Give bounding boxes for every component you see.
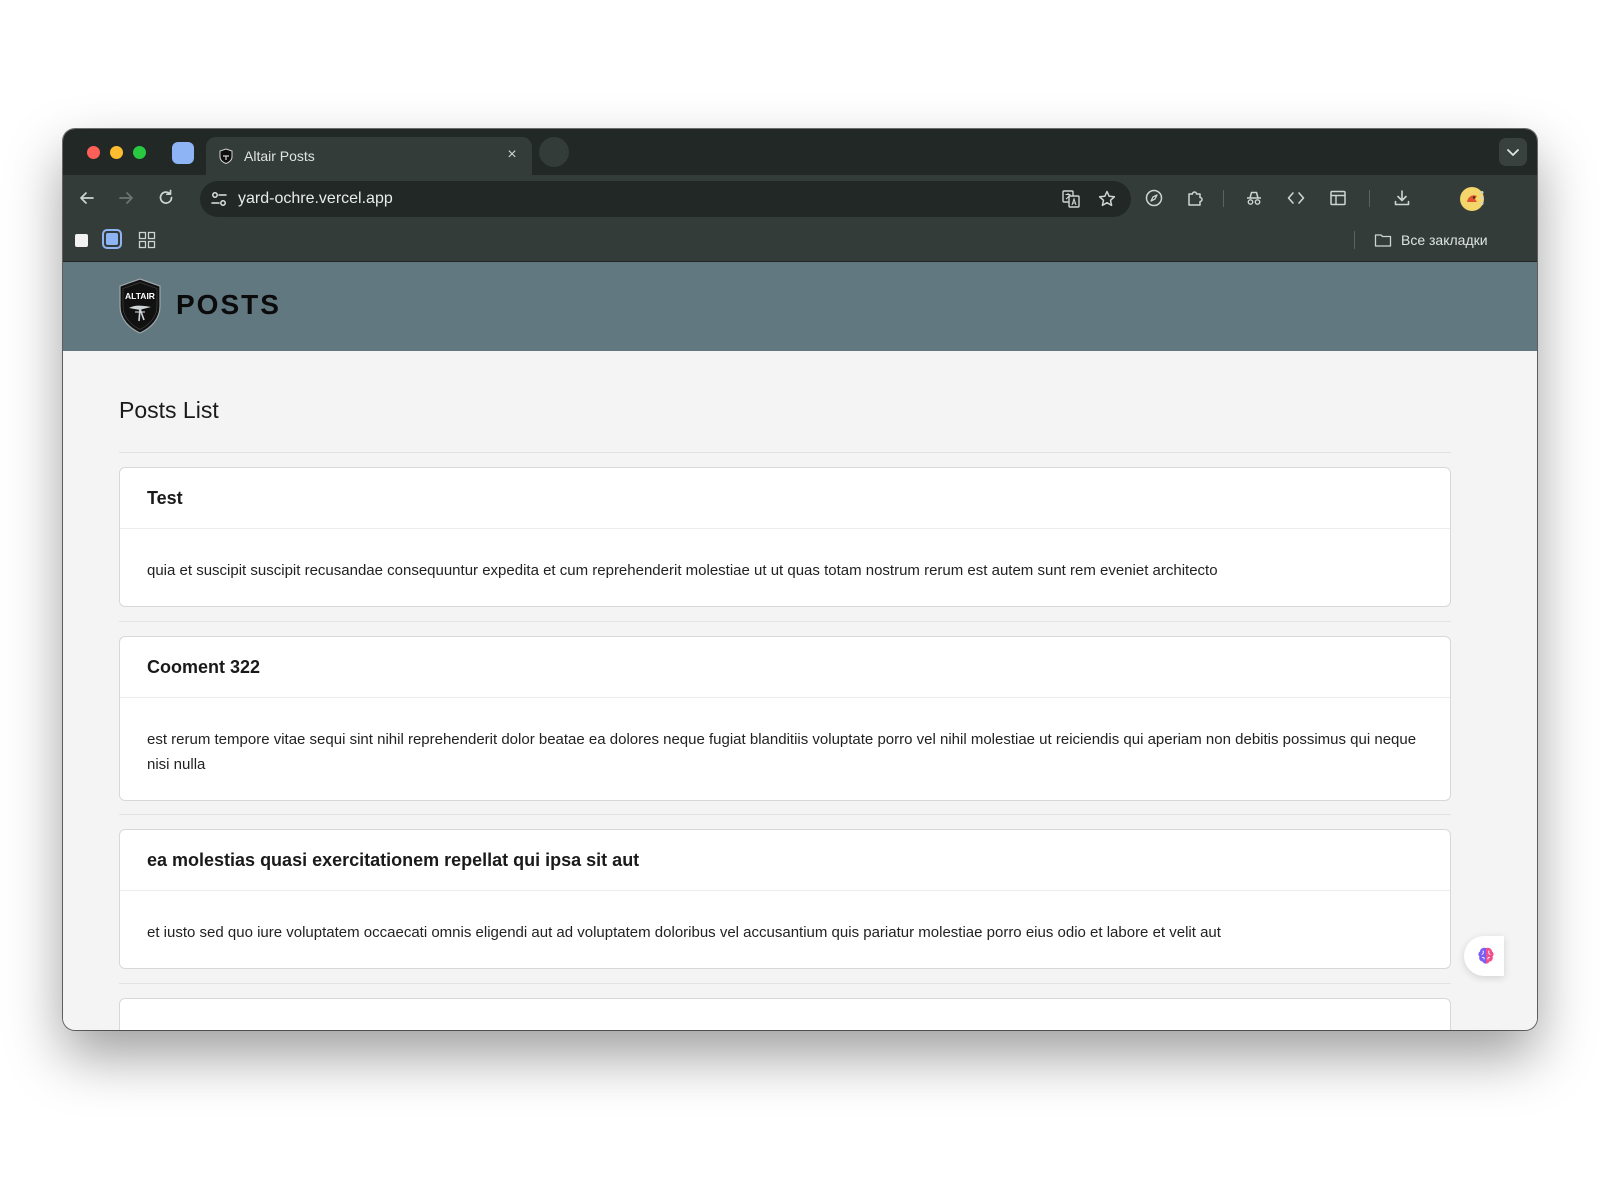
extensions-button[interactable]	[1181, 184, 1209, 212]
side-panel-button[interactable]	[1324, 184, 1352, 212]
post-divider	[119, 814, 1451, 815]
brain-icon	[1478, 947, 1494, 964]
title-divider	[119, 452, 1451, 453]
side-panel-icon	[1330, 190, 1346, 206]
toolbar-separator	[1223, 190, 1224, 207]
page-content: ALTAIR POSTS Posts List Test quia et sus…	[63, 262, 1537, 1030]
post-body: quia et suscipit suscipit recusandae con…	[147, 562, 1218, 579]
tab-search-button[interactable]	[1499, 138, 1527, 166]
post-divider	[119, 621, 1451, 622]
new-tab-button[interactable]	[539, 137, 569, 167]
page-title: Posts List	[119, 397, 219, 423]
post-card[interactable]: Cooment 322 est rerum tempore vitae sequ…	[119, 636, 1451, 801]
browser-window: Altair Posts × yard-ochre.vercel.app Все…	[63, 129, 1537, 1030]
post-card-header: Test	[120, 468, 1450, 529]
reload-button[interactable]	[152, 184, 180, 212]
star-icon[interactable]	[1097, 189, 1117, 209]
extensions-icon	[1188, 191, 1203, 206]
address-bar[interactable]: yard-ochre.vercel.app	[200, 181, 1131, 217]
tab-group-chip[interactable]	[172, 142, 194, 164]
altair-favicon-icon	[219, 148, 233, 164]
bookmark-item[interactable]	[75, 234, 88, 247]
tab-altair-posts[interactable]: Altair Posts ×	[206, 137, 532, 175]
more-icon	[1480, 191, 1484, 205]
post-body: et iusto sed quo iure voluptatem occaeca…	[147, 924, 1221, 941]
post-title: Test	[147, 487, 183, 508]
toolbar: yard-ochre.vercel.app	[63, 175, 1537, 221]
post-title: ea molestias quasi exercitationem repell…	[147, 849, 640, 870]
post-body: est rerum tempore vitae sequi sint nihil…	[147, 731, 1417, 773]
apps-grid-icon[interactable]	[138, 231, 156, 249]
tab-strip: Altair Posts ×	[63, 129, 1537, 175]
compass-icon	[1145, 189, 1163, 207]
close-window-button[interactable]	[87, 146, 100, 159]
chevron-down-icon	[1507, 149, 1519, 156]
folder-icon[interactable]	[1374, 231, 1392, 249]
tab-close-icon[interactable]: ×	[502, 145, 522, 165]
back-button[interactable]	[73, 184, 101, 212]
post-title: Cooment 322	[147, 656, 261, 677]
app-header: ALTAIR POSTS	[63, 262, 1537, 351]
maximize-window-button[interactable]	[133, 146, 146, 159]
bookmarks-bar: Все закладки	[63, 221, 1537, 262]
url-text[interactable]: yard-ochre.vercel.app	[238, 190, 393, 208]
toolbar-separator	[1369, 190, 1370, 207]
forward-button[interactable]	[112, 184, 140, 212]
post-card-header: ea molestias quasi exercitationem repell…	[120, 830, 1450, 891]
translate-icon[interactable]	[1061, 189, 1081, 209]
altair-logo[interactable]: ALTAIR	[118, 278, 162, 334]
forward-icon	[119, 192, 133, 204]
devtools-button[interactable]	[1282, 184, 1310, 212]
post-card[interactable]: ea molestias quasi exercitationem repell…	[119, 829, 1451, 969]
ai-assistant-button[interactable]	[1464, 936, 1504, 976]
reload-icon	[159, 189, 173, 204]
logo-text: ALTAIR	[125, 291, 155, 301]
all-bookmarks-button[interactable]: Все закладки	[1401, 232, 1488, 248]
bookmark-item[interactable]	[102, 229, 122, 249]
code-icon	[1287, 192, 1305, 204]
post-card-header: Cooment 322	[120, 637, 1450, 698]
post-divider	[119, 983, 1451, 984]
downloads-button[interactable]	[1388, 184, 1416, 212]
tune-icon[interactable]	[209, 189, 229, 209]
brand-title: POSTS	[176, 289, 281, 320]
post-card[interactable]	[119, 998, 1451, 1030]
incognito-button[interactable]	[1240, 184, 1268, 212]
post-card[interactable]: Test quia et suscipit suscipit recusanda…	[119, 467, 1451, 607]
tab-title: Altair Posts	[244, 148, 315, 164]
minimize-window-button[interactable]	[110, 146, 123, 159]
bookmarks-separator	[1354, 231, 1355, 249]
compass-button[interactable]	[1140, 184, 1168, 212]
download-icon	[1394, 190, 1410, 206]
browser-menu-button[interactable]	[1468, 184, 1496, 212]
back-icon	[80, 192, 94, 204]
incognito-icon	[1247, 191, 1261, 205]
